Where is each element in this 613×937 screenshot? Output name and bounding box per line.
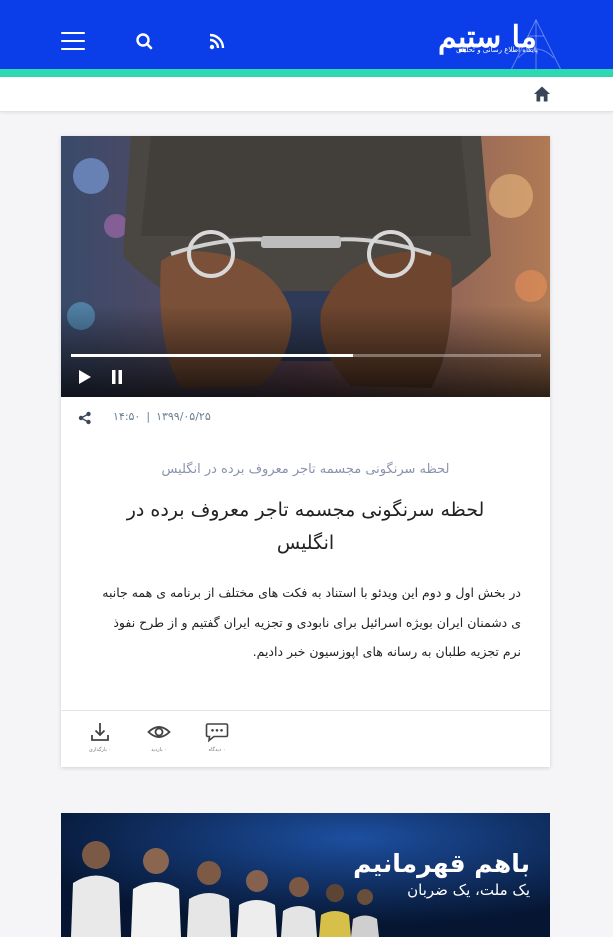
article-card: ۱۴:۵۰ | ۱۳۹۹/۰۵/۲۵ لحظه سرنگونی مجسمه تاجر… [61,136,550,767]
views-button[interactable]: ۰ بازدید [144,721,174,753]
breadcrumb [0,77,613,112]
home-icon[interactable] [533,85,551,103]
play-icon[interactable] [77,368,93,386]
video-progress-fill [71,354,353,357]
views-count: ۰ بازدید [151,747,167,753]
comments-count: ۰ دیدگاه [208,747,226,753]
banner-title: باهم قهرمانیم [353,849,530,878]
promo-banner[interactable]: باهم قهرمانیم یک ملت، یک ضربان [61,813,550,937]
eye-icon [147,726,171,738]
header-accent-strip [0,69,613,77]
article-lead: در بخش اول و دوم این ویدئو با استناد به … [102,585,521,659]
article-title: لحظه سرنگونی مجسمه تاجر معروف برده در ان… [126,499,485,554]
search-icon[interactable] [134,31,156,53]
publish-time: ۱۴:۵۰ [113,410,141,423]
download-count: ۰ بارگذاری [88,747,112,753]
download-icon [91,723,109,741]
publish-date: ۱۳۹۹/۰۵/۲۵ [156,410,211,423]
comments-button[interactable]: ۰ دیدگاه [202,721,232,753]
article-actions: ۰ بارگذاری ۰ بازدید ۰ دیدگاه [61,710,550,767]
publish-datetime: ۱۴:۵۰ | ۱۳۹۹/۰۵/۲۵ [113,410,211,423]
comment-icon [205,723,229,743]
article-surtitle: لحظه سرنگونی مجسمه تاجر معروف برده در ان… [161,462,450,477]
download-button[interactable]: ۰ بارگذاری [85,721,115,753]
site-header: ما ستیم پایگاه اطلاع رسانی و تحلیلی [0,0,613,76]
logo-tagline: پایگاه اطلاع رسانی و تحلیلی [455,46,538,54]
share-icon[interactable] [78,410,92,425]
video-frame-image [61,136,550,397]
meta-separator: | [146,410,151,423]
video-player[interactable] [61,136,550,397]
article-meta: ۱۴:۵۰ | ۱۳۹۹/۰۵/۲۵ [61,408,550,428]
pause-icon[interactable] [111,369,123,385]
rss-icon[interactable] [207,31,229,53]
site-logo[interactable]: ما ستیم پایگاه اطلاع رسانی و تحلیلی [432,14,582,76]
video-progress-bar[interactable] [71,354,541,357]
menu-icon[interactable] [61,32,85,51]
banner-subtitle: یک ملت، یک ضربان [407,881,530,899]
